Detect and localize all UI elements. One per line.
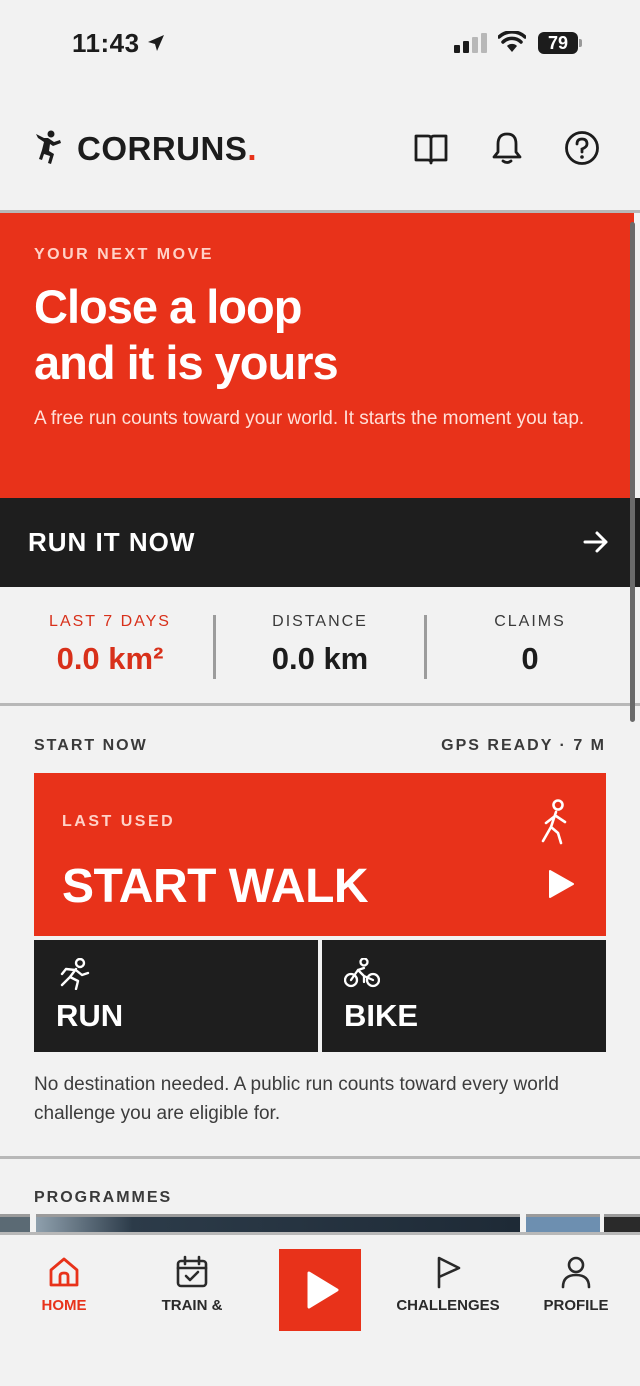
stat-label: CLAIMS xyxy=(494,613,566,630)
programmes-heading: PROGRAMMES xyxy=(34,1189,173,1206)
bicycle-icon xyxy=(344,958,380,988)
help-icon[interactable] xyxy=(564,130,600,166)
tab-challenges[interactable]: CHALLENGES xyxy=(388,1255,508,1314)
run-it-now-label: RUN IT NOW xyxy=(28,527,196,557)
hero-title-line-2: and it is yours xyxy=(34,336,339,389)
start-now-header: START NOW GPS READY · 7 M xyxy=(34,737,606,755)
runner-logo-icon xyxy=(36,130,61,164)
last-used-label: LAST USED xyxy=(62,813,176,830)
stat-value: 0 xyxy=(521,641,539,676)
stats-divider xyxy=(0,703,640,706)
brand-name: CORRUNS xyxy=(77,130,248,167)
status-time: 11:43 xyxy=(72,28,140,58)
book-icon[interactable] xyxy=(413,130,449,166)
stat-separator xyxy=(213,615,216,679)
wifi-icon xyxy=(498,31,526,52)
arrow-right-icon xyxy=(583,531,608,553)
location-arrow-icon xyxy=(148,35,164,51)
section-divider xyxy=(0,1156,640,1159)
start-activity-button[interactable] xyxy=(279,1249,361,1331)
start-run-button[interactable]: RUN xyxy=(34,940,318,1052)
bell-icon[interactable] xyxy=(489,130,525,166)
scrollbar[interactable] xyxy=(630,222,635,722)
tab-profile-label: PROFILE xyxy=(543,1297,609,1314)
tab-profile[interactable]: PROFILE xyxy=(516,1255,636,1314)
stat-last-7-days: LAST 7 DAYS 0.0 km² xyxy=(20,613,200,677)
battery-indicator: 79 xyxy=(538,32,582,54)
hero-eyebrow: YOUR NEXT MOVE xyxy=(34,246,214,263)
start-walk-button[interactable]: LAST USED START WALK xyxy=(34,773,606,936)
run-it-now-button[interactable]: RUN IT NOW xyxy=(0,498,640,587)
cellular-signal-icon xyxy=(454,33,487,53)
start-bike-button[interactable]: BIKE xyxy=(322,940,606,1052)
play-icon xyxy=(549,870,574,898)
hero-subtitle: A free run counts toward your world. It … xyxy=(34,408,585,429)
gps-status: GPS READY · 7 M xyxy=(441,737,606,754)
battery-tip xyxy=(579,39,582,47)
stat-distance: DISTANCE 0.0 km xyxy=(230,613,410,677)
run-label: RUN xyxy=(56,998,124,1033)
stat-claims: CLAIMS 0 xyxy=(440,613,620,677)
start-now-note: No destination needed. A public run coun… xyxy=(34,1074,559,1124)
running-person-icon xyxy=(60,958,90,990)
stat-label: DISTANCE xyxy=(272,613,368,630)
battery-level: 79 xyxy=(538,32,578,54)
stat-label: LAST 7 DAYS xyxy=(49,613,171,630)
tab-home-label: HOME xyxy=(41,1297,87,1314)
next-move-hero: YOUR NEXT MOVE Close a loop and it is yo… xyxy=(0,213,634,498)
stat-value: 0.0 km xyxy=(271,641,369,676)
status-bar: 11:43 79 xyxy=(0,0,640,90)
walking-person-icon xyxy=(541,799,567,845)
hero-title-line-1: Close a loop xyxy=(34,280,302,333)
play-icon xyxy=(307,1271,339,1309)
flag-icon xyxy=(437,1256,461,1289)
person-icon xyxy=(561,1256,591,1289)
programmes-header: PROGRAMMES xyxy=(34,1189,606,1207)
home-icon xyxy=(49,1257,79,1287)
stat-separator xyxy=(424,615,427,679)
brand-dot: . xyxy=(247,130,258,167)
bike-label: BIKE xyxy=(344,998,419,1033)
start-walk-label: START WALK xyxy=(62,860,369,913)
tab-challenges-label: CHALLENGES xyxy=(396,1297,500,1314)
tab-home[interactable]: HOME xyxy=(4,1255,124,1314)
stats-row: LAST 7 DAYS 0.0 km² DISTANCE 0.0 km CLAI… xyxy=(0,587,634,703)
bottom-tab-bar: HOME TRAIN & CHALLENGES PROFILE xyxy=(0,1232,640,1386)
hero-title: Close a loop and it is yours xyxy=(34,279,594,391)
start-now-heading: START NOW xyxy=(34,737,148,754)
tab-train-label: TRAIN & xyxy=(161,1297,223,1314)
tab-train[interactable]: TRAIN & xyxy=(132,1255,252,1314)
stat-value: 0.0 km² xyxy=(56,641,164,676)
calendar-check-icon xyxy=(176,1255,208,1288)
app-header: CORRUNS. xyxy=(0,100,640,210)
brand-logo[interactable]: CORRUNS. xyxy=(77,130,257,168)
